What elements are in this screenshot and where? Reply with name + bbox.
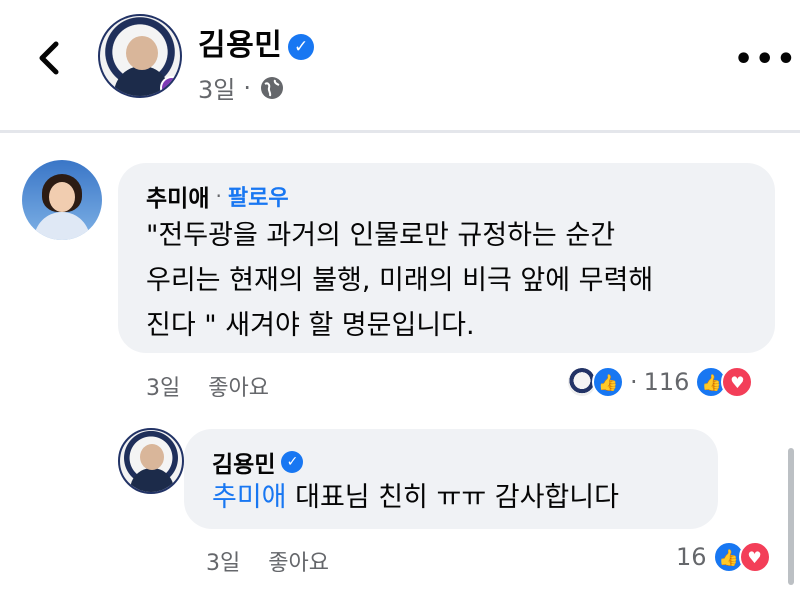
post-time[interactable]: 3일 [198, 70, 235, 105]
mention-link[interactable]: 추미애 [212, 482, 287, 513]
author-name[interactable]: 김용민 ✓ [198, 20, 315, 64]
globe-icon [261, 76, 283, 99]
like-button[interactable]: 좋아요 [268, 545, 329, 577]
reply-author-name[interactable]: 김용민 [212, 445, 275, 479]
reply-reaction-summary[interactable]: 16 👍 ♥ [670, 541, 771, 573]
reply-time[interactable]: 3일 [206, 545, 240, 577]
reply-author-row: 김용민 ✓ [212, 445, 304, 479]
comment-author-row: 추미애 · 팔로우 [146, 179, 289, 213]
author-avatar[interactable] [98, 14, 182, 98]
love-reaction-icon: ♥ [721, 366, 754, 398]
reaction-count: 116 [643, 368, 690, 396]
more-options-button[interactable]: ••• [734, 42, 798, 77]
divider [0, 130, 800, 133]
verified-check-icon: ✓ [281, 451, 304, 473]
reply-body: 대표님 친히 ㅠㅠ 감사합니다 [286, 482, 619, 513]
reaction-count: 16 [676, 543, 707, 571]
name-separator: · [215, 184, 222, 208]
post-meta: 3일 · [198, 70, 285, 105]
reaction-separator: · [630, 368, 638, 396]
love-reaction-icon: ♥ [738, 541, 771, 573]
like-button[interactable]: 좋아요 [208, 370, 269, 402]
comment-time[interactable]: 3일 [146, 370, 180, 402]
reply-author-avatar[interactable] [118, 428, 184, 494]
reply-text: 추미애 대표님 친히 ㅠㅠ 감사합니다 [212, 475, 619, 520]
scrollbar[interactable] [788, 448, 794, 585]
follow-button[interactable]: 팔로우 [228, 180, 289, 212]
comment-text-line: 우리는 현재의 불행, 미래의 비극 앞에 무력해 [146, 265, 654, 296]
commenter-avatar[interactable] [22, 160, 102, 240]
meta-separator: · [243, 73, 251, 102]
comment-actions: 3일 좋아요 [146, 370, 269, 402]
heart-badge-icon [160, 76, 180, 96]
reply-bubble: 김용민 ✓ 추미애 대표님 친히 ㅠㅠ 감사합니다 [184, 429, 718, 529]
reply-actions: 3일 좋아요 [206, 545, 329, 577]
comment-text-line: "전두광을 과거의 인물로만 규정하는 순간 [146, 220, 616, 251]
comment-author-name[interactable]: 추미애 [146, 179, 209, 213]
like-reaction-icon: 👍 [592, 366, 624, 398]
reaction-summary[interactable]: 👍 · 116 👍 ♥ [566, 366, 754, 398]
comment-text-line: 진다 " 새겨야 할 명문입니다. [146, 310, 475, 341]
verified-check-icon: ✓ [288, 33, 315, 60]
comment-bubble: 추미애 · 팔로우 "전두광을 과거의 인물로만 규정하는 순간 우리는 현재의… [118, 163, 775, 353]
post-header: 김용민 ✓ 3일 · ••• [0, 0, 800, 130]
back-arrow-icon[interactable] [30, 38, 70, 78]
